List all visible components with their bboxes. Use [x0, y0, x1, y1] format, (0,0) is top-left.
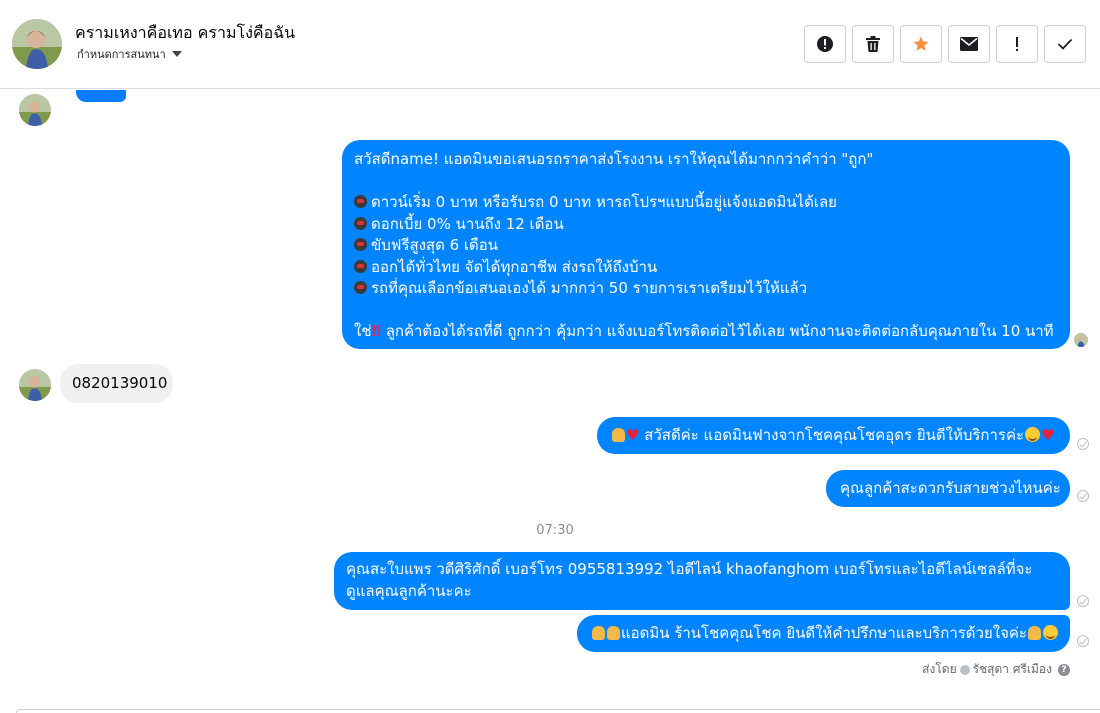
praying-hands-icon	[612, 428, 625, 442]
offer-line-prefix: ใช่	[354, 322, 372, 340]
offer-line: ขับฟรีสูงสุด 6 เดือน	[371, 236, 499, 254]
page-badge-icon	[959, 664, 970, 675]
offer-line: ดอกเบี้ย 0% นานถึง 12 เดือน	[371, 214, 564, 233]
ask-time-message[interactable]: คุณลูกค้าสะดวกรับสายช่วงไหนค่ะ	[826, 470, 1070, 507]
conversation-schedule-menu[interactable]: กำหนดการสนทนา	[77, 45, 182, 63]
heart-icon: ♥	[626, 426, 640, 444]
mark-unread-button[interactable]	[948, 25, 990, 63]
greeting-text: สวัสดีค่ะ แอดมินฟางจากโชคคุณโชคอุดร ยินด…	[639, 426, 1025, 444]
trash-icon	[866, 36, 880, 52]
heart-icon: ♥	[1041, 426, 1055, 444]
praying-hands-icon	[607, 626, 620, 640]
done-button[interactable]	[1044, 25, 1086, 63]
contact-avatar[interactable]	[12, 19, 62, 69]
offer-line: ออกได้ทั่วไทย จัดได้ทุกอาชีพ ส่งรถให้ถึง…	[371, 257, 658, 276]
message-thread: สวัสดีname! แอดมินขอเสนอรถราคาส่งโรงงาน …	[0, 90, 1100, 713]
star-button[interactable]	[900, 25, 942, 63]
conversation-header: ครามเหงาคือเทอ ครามโง่คือฉัน กำหนดการสนท…	[0, 0, 1100, 89]
sender-name[interactable]: รัชสุดา ศรีเมือง	[973, 660, 1052, 679]
caret-down-icon	[171, 51, 182, 57]
delete-button[interactable]	[852, 25, 894, 63]
smiling-face-icon	[1042, 625, 1058, 640]
sent-by-label: ส่งโดย	[922, 662, 957, 676]
message-timestamp: 07:30	[536, 523, 574, 538]
car-emoji-icon	[354, 259, 367, 273]
follow-up-button[interactable]	[996, 25, 1038, 63]
car-emoji-icon	[354, 281, 367, 294]
car-emoji-icon	[354, 216, 367, 230]
help-icon[interactable]: ?	[1058, 663, 1070, 676]
customer-avatar[interactable]	[19, 369, 51, 401]
exclamation-icon	[1016, 37, 1018, 51]
schedule-label: กำหนดการสนทนา	[77, 48, 166, 61]
sent-by-info: ส่งโดย รัชสุดา ศรีเมือง ?	[922, 660, 1070, 679]
car-emoji-icon	[354, 195, 367, 208]
offer-line: รถที่คุณเลือกข้อเสนอเองได้ มากกว่า 50 รา…	[371, 279, 808, 297]
double-exclamation-icon: ‼	[371, 322, 381, 340]
customer-avatar[interactable]	[19, 94, 51, 126]
staff-info-message[interactable]: คุณสะใบแพร วดีศิริศักดิ์ เบอร์โทร 095581…	[334, 552, 1070, 610]
greeting-message[interactable]: ♥ สวัสดีค่ะ แอดมินฟางจากโชคคุณโชคอุดร ยิ…	[597, 417, 1070, 454]
admin-closing-message[interactable]: แอดมิน ร้านโชคคุณโชค ยินดีให้คำปรึกษาและ…	[577, 615, 1070, 652]
car-emoji-icon	[354, 238, 367, 251]
offer-line: ลูกค้าต้องได้รถที่ดี ถูกกว่า คุ้มกว่า แจ…	[380, 322, 1054, 340]
customer-phone-message[interactable]: 0820139010	[60, 364, 173, 403]
previous-message-fragment	[76, 90, 126, 102]
offer-line: ดาวน์เริ่ม 0 บาท หรือรับรถ 0 บาท หารถโปร…	[371, 193, 837, 211]
seen-avatar	[1074, 333, 1088, 347]
sent-status-icon	[1077, 490, 1089, 502]
offer-line: สวัสดีname! แอดมินขอเสนอรถราคาส่งโรงงาน …	[354, 150, 874, 168]
admin-closing-text: แอดมิน ร้านโชคคุณโชค ยินดีให้คำปรึกษาและ…	[621, 624, 1027, 642]
sent-status-icon	[1077, 438, 1089, 450]
sent-status-icon	[1077, 595, 1089, 607]
contact-name[interactable]: ครามเหงาคือเทอ ครามโง่คือฉัน	[75, 21, 295, 46]
offer-message[interactable]: สวัสดีname! แอดมินขอเสนอรถราคาส่งโรงงาน …	[342, 140, 1070, 349]
sent-status-icon	[1077, 635, 1089, 647]
check-icon	[1057, 38, 1073, 50]
composer-box[interactable]	[16, 709, 1100, 713]
alert-circle-icon	[817, 36, 833, 52]
praying-hands-icon	[592, 626, 605, 640]
star-icon	[913, 36, 929, 51]
spam-button[interactable]	[804, 25, 846, 63]
envelope-icon	[960, 37, 978, 51]
praying-hands-icon	[1027, 626, 1041, 640]
smiling-face-icon	[1025, 427, 1041, 442]
